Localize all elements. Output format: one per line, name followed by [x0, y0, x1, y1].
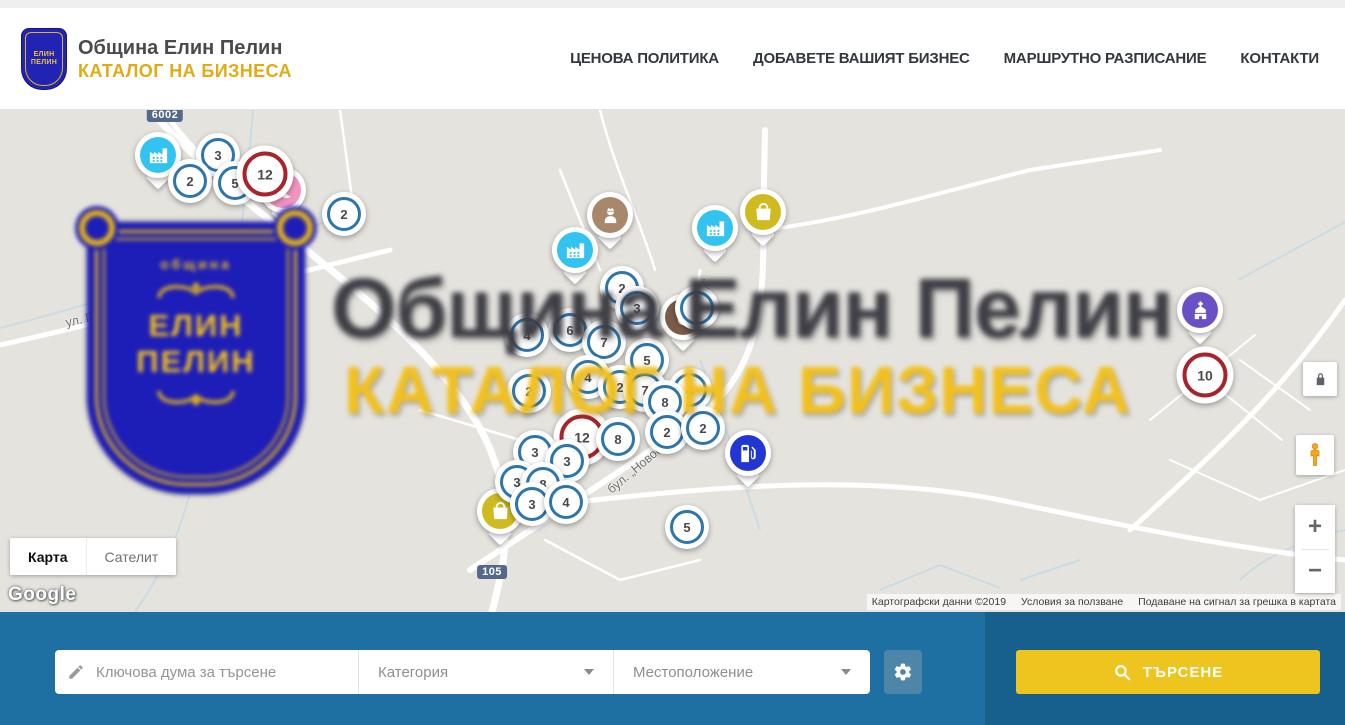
zoom-in-button[interactable]: + — [1295, 505, 1335, 549]
cluster-count: 3 — [214, 148, 221, 163]
bag-icon — [752, 201, 775, 224]
map-type-toggle: Карта Сателит — [10, 538, 176, 575]
cluster-count: 5 — [683, 520, 690, 535]
cluster-count: 6 — [566, 323, 573, 338]
map-data-copyright: Картографски данни ©2019 — [872, 596, 1006, 608]
location-select-value: Местоположение — [633, 664, 753, 681]
gear-icon — [893, 662, 913, 682]
map-cluster[interactable]: 3 — [615, 286, 659, 330]
zoom-control: + − — [1295, 505, 1335, 593]
lock-button[interactable] — [1303, 362, 1337, 396]
pegman-icon — [1304, 441, 1326, 469]
category-select[interactable]: Категория — [358, 650, 613, 694]
cluster-count: 4 — [523, 328, 530, 343]
map-cluster[interactable]: 4 — [544, 480, 588, 524]
map-cluster[interactable]: 5 — [675, 286, 719, 330]
fuel-icon — [737, 442, 760, 465]
factory-icon — [147, 144, 170, 167]
cluster-count: 4 — [584, 370, 591, 385]
cluster-count: 2 — [186, 174, 193, 189]
map-cluster[interactable]: 10 — [1177, 347, 1234, 404]
worker-icon — [599, 204, 622, 227]
map-cluster[interactable]: 4 — [505, 313, 549, 357]
map-cluster[interactable]: 5 — [665, 505, 709, 549]
header: ЕЛИН ПЕЛИН Община Елин Пелин КАТАЛОГ НА … — [0, 8, 1345, 110]
search-fields: Категория Местоположение — [55, 650, 870, 694]
nav-pricing-policy[interactable]: ЦЕНОВА ПОЛИТИКА — [570, 50, 719, 67]
map-pin-factory[interactable] — [692, 205, 738, 251]
terms-of-use-link[interactable]: Условия за ползване — [1021, 596, 1123, 608]
location-select[interactable]: Местоположение — [613, 650, 870, 694]
cluster-count: 3 — [528, 497, 535, 512]
advanced-search-button[interactable] — [884, 650, 922, 694]
cluster-count: 2 — [663, 425, 670, 440]
cluster-count: 8 — [614, 432, 621, 447]
search-bar: Категория Местоположение ТЪРСЕНЕ — [0, 612, 1345, 725]
site-logo[interactable]: ЕЛИН ПЕЛИН Община Елин Пелин КАТАЛОГ НА … — [21, 28, 292, 90]
markers-layer: 325122235647542274812822333834510 — [0, 110, 1345, 612]
map-attribution: Картографски данни ©2019 Условия за полз… — [867, 594, 1341, 610]
map-type-satellite-button[interactable]: Сателит — [86, 538, 177, 575]
street-view-pegman-button[interactable] — [1296, 435, 1334, 475]
cluster-count: 12 — [257, 166, 273, 182]
nav-add-your-business[interactable]: ДОБАВЕТЕ ВАШИЯТ БИЗНЕС — [753, 50, 970, 67]
site-title: Община Елин Пелин — [78, 36, 292, 60]
cluster-count: 2 — [525, 384, 532, 399]
search-bar-left: Категория Местоположение — [0, 612, 985, 725]
bag-icon — [489, 500, 512, 523]
map-canvas[interactable]: 6002105ул. Преславбул. „Новоселци“ 32512… — [0, 110, 1345, 612]
cluster-count: 2 — [699, 421, 706, 436]
map-cluster[interactable]: 2 — [681, 406, 725, 450]
top-strip — [0, 0, 1345, 8]
chevron-down-icon — [584, 669, 594, 675]
church-icon — [1189, 299, 1212, 322]
map-pin-church[interactable] — [1177, 287, 1223, 333]
cluster-count: 5 — [693, 301, 700, 316]
cluster-count: 4 — [686, 383, 693, 398]
emblem-text: ПЕЛИН — [31, 59, 57, 67]
map-pin-fuel[interactable] — [725, 430, 771, 476]
map-pin-factory[interactable] — [552, 227, 598, 273]
cluster-count: 2 — [340, 207, 347, 222]
municipality-emblem-icon: ЕЛИН ПЕЛИН — [21, 28, 67, 90]
map-cluster[interactable]: 12 — [237, 146, 294, 203]
lock-icon — [1313, 372, 1328, 387]
google-logo[interactable]: Google — [8, 584, 76, 606]
page: ЕЛИН ПЕЛИН Община Елин Пелин КАТАЛОГ НА … — [0, 0, 1345, 725]
factory-icon — [704, 217, 727, 240]
nav-contacts[interactable]: КОНТАКТИ — [1240, 50, 1319, 67]
cluster-count: 7 — [600, 335, 607, 350]
map-cluster[interactable]: 2 — [322, 192, 366, 236]
search-button-label: ТЪРСЕНЕ — [1143, 664, 1224, 681]
chevron-down-icon — [841, 669, 851, 675]
nav-route-schedule[interactable]: МАРШРУТНО РАЗПИСАНИЕ — [1004, 50, 1207, 67]
brand-text: Община Елин Пелин КАТАЛОГ НА БИЗНЕСА — [78, 36, 292, 82]
cluster-count: 8 — [661, 395, 668, 410]
site-subtitle: КАТАЛОГ НА БИЗНЕСА — [78, 60, 292, 82]
map-cluster[interactable]: 2 — [168, 159, 212, 203]
search-button[interactable]: ТЪРСЕНЕ — [1016, 650, 1320, 694]
zoom-out-button[interactable]: − — [1295, 550, 1335, 594]
category-select-value: Категория — [378, 664, 448, 681]
cluster-count: 3 — [563, 454, 570, 469]
cluster-count: 10 — [1197, 367, 1213, 383]
main-nav: ЦЕНОВА ПОЛИТИКА ДОБАВЕТЕ ВАШИЯТ БИЗНЕС М… — [570, 50, 1319, 67]
map-type-map-button[interactable]: Карта — [10, 538, 86, 575]
cluster-count: 4 — [562, 495, 569, 510]
keyword-input[interactable] — [96, 664, 346, 681]
map-cluster[interactable]: 8 — [596, 417, 640, 461]
cluster-count: 3 — [531, 445, 538, 460]
pencil-icon — [67, 663, 85, 681]
search-icon — [1113, 663, 1132, 682]
factory-icon — [564, 239, 587, 262]
emblem-text: ЕЛИН — [34, 51, 55, 59]
map-pin-bag[interactable] — [740, 189, 786, 235]
keyword-field[interactable] — [55, 650, 358, 694]
search-bar-right: ТЪРСЕНЕ — [985, 612, 1345, 725]
cluster-count: 5 — [643, 353, 650, 368]
map-cluster[interactable]: 2 — [507, 369, 551, 413]
report-map-error-link[interactable]: Подаване на сигнал за грешка в картата — [1138, 596, 1336, 608]
cluster-count: 3 — [633, 301, 640, 316]
